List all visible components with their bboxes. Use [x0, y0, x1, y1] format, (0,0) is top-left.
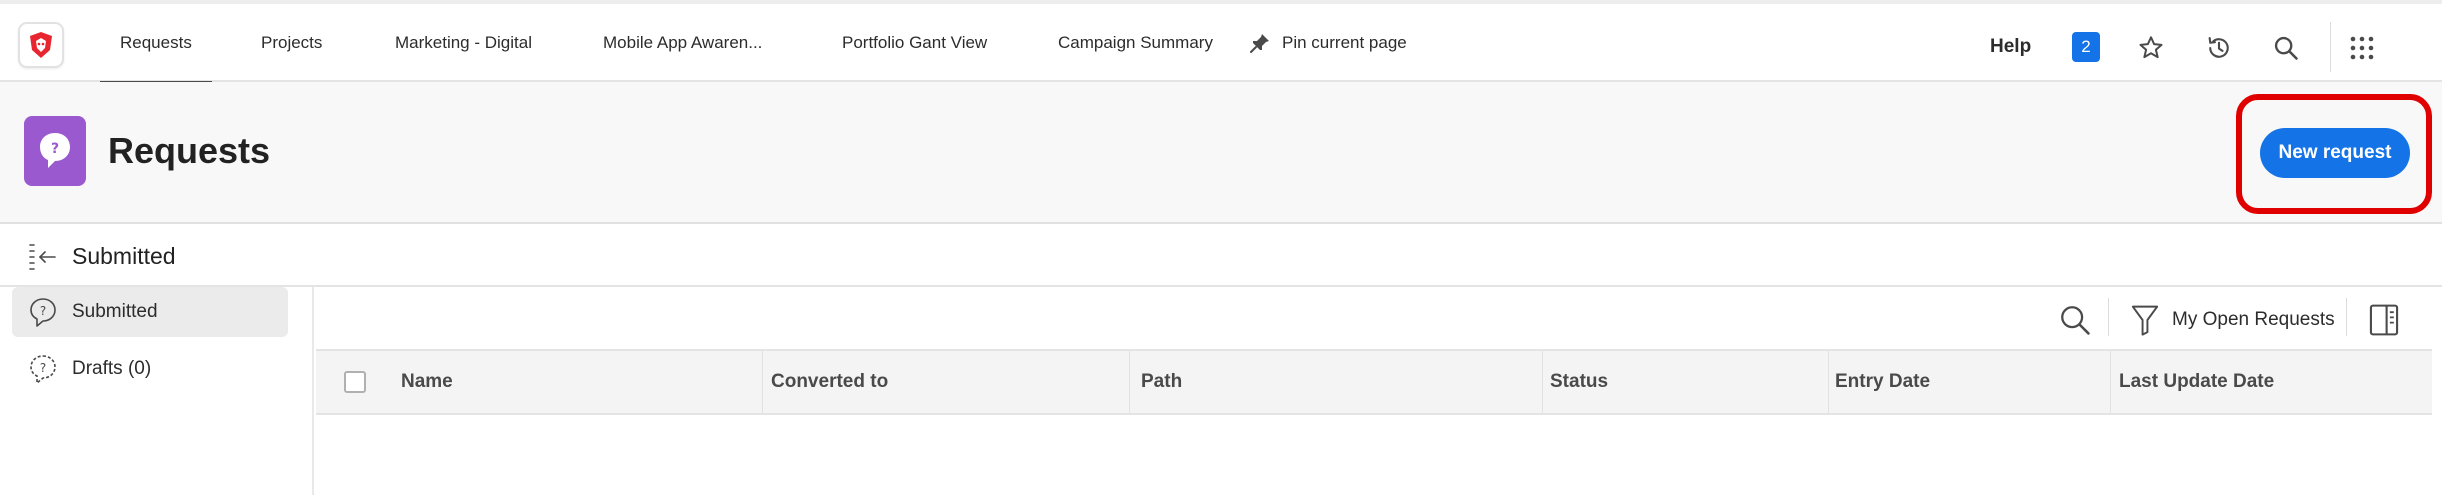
column-panel-icon [2369, 304, 2399, 336]
column-divider[interactable] [1129, 351, 1130, 413]
notification-badge[interactable]: 2 [2072, 32, 2100, 62]
top-navigation-bar: Requests Projects Marketing - Digital Mo… [0, 0, 2442, 84]
tab-portfolio-gant-view[interactable]: Portfolio Gant View [842, 4, 987, 82]
toolbar-divider [2108, 298, 2109, 336]
collapse-panel-icon[interactable] [28, 242, 58, 270]
select-all-checkbox[interactable] [344, 371, 366, 393]
svg-text:?: ? [40, 361, 46, 375]
help-label: Help [1990, 36, 2032, 57]
tab-projects[interactable]: Projects [261, 4, 322, 82]
page-header: ? Requests New request [0, 82, 2442, 224]
search-icon [2061, 306, 2090, 335]
filter-label: My Open Requests [2172, 309, 2335, 330]
toolbar-divider [2330, 22, 2331, 72]
tab-label: Projects [261, 33, 323, 52]
favorites-button[interactable] [2135, 32, 2167, 64]
help-link[interactable]: Help [1990, 4, 2031, 90]
column-header-last-update-date[interactable]: Last Update Date [2119, 351, 2274, 413]
filter-dropdown[interactable]: My Open Requests [2130, 300, 2335, 340]
question-bubble-icon: ? [30, 298, 56, 327]
tab-label: Marketing - Digital [395, 33, 532, 52]
tab-marketing-digital[interactable]: Marketing - Digital [395, 4, 532, 82]
column-header-path[interactable]: Path [1141, 351, 1182, 413]
history-icon [2208, 37, 2229, 58]
table-header: Name Converted to Path Status Entry Date… [316, 349, 2432, 415]
toolbar-divider [2346, 298, 2347, 336]
left-item-drafts[interactable]: ? Drafts (0) [12, 344, 288, 394]
table-search-button[interactable] [2058, 300, 2092, 340]
pin-icon [1250, 34, 1269, 53]
apps-grid-icon [2350, 36, 2374, 60]
column-divider[interactable] [1828, 351, 1829, 413]
left-item-submitted[interactable]: ? Submitted [12, 287, 288, 337]
tab-requests[interactable]: Requests [100, 4, 212, 84]
draft-question-icon: ? [30, 355, 56, 384]
recent-items-button[interactable] [2203, 32, 2235, 64]
column-divider[interactable] [1542, 351, 1543, 413]
requests-app-icon: ? [24, 116, 86, 186]
pin-label: Pin current page [1282, 33, 1407, 52]
star-icon [2139, 36, 2163, 59]
apps-menu-button[interactable] [2346, 32, 2378, 64]
tab-label: Mobile App Awaren... [603, 33, 763, 52]
app-logo[interactable] [18, 22, 64, 68]
search-icon [2274, 36, 2298, 60]
column-header-entry-date[interactable]: Entry Date [1835, 351, 1930, 413]
column-divider[interactable] [2110, 351, 2111, 413]
request-question-icon: ? [40, 133, 70, 168]
left-navigation-panel: ? Submitted ? Drafts (0) [0, 287, 314, 495]
brand-logo-icon [30, 32, 52, 58]
left-item-label: Submitted [72, 301, 158, 322]
filter-icon [2131, 305, 2159, 336]
column-panel-button[interactable] [2368, 300, 2400, 340]
tab-label: Portfolio Gant View [842, 33, 988, 52]
column-header-name[interactable]: Name [401, 351, 453, 413]
tab-label: Requests [120, 33, 192, 52]
tab-campaign-summary[interactable]: Campaign Summary [1058, 4, 1213, 82]
notification-count: 2 [2081, 37, 2091, 56]
pin-current-page-button[interactable]: Pin current page [1248, 4, 1407, 82]
column-header-converted-to[interactable]: Converted to [771, 351, 888, 413]
page-title: Requests [108, 130, 271, 171]
tab-label: Campaign Summary [1058, 33, 1213, 52]
section-divider [0, 285, 2442, 287]
highlight-annotation [2236, 94, 2432, 214]
column-header-status[interactable]: Status [1550, 351, 1608, 413]
breadcrumb-label: Submitted [72, 242, 176, 269]
column-divider[interactable] [762, 351, 763, 413]
left-item-label: Drafts (0) [72, 358, 152, 379]
breadcrumb: Submitted [28, 236, 176, 276]
global-search-button[interactable] [2270, 32, 2302, 64]
tab-mobile-app-awareness[interactable]: Mobile App Awaren... [603, 4, 762, 82]
svg-text:?: ? [40, 304, 46, 318]
svg-text:?: ? [51, 141, 59, 157]
